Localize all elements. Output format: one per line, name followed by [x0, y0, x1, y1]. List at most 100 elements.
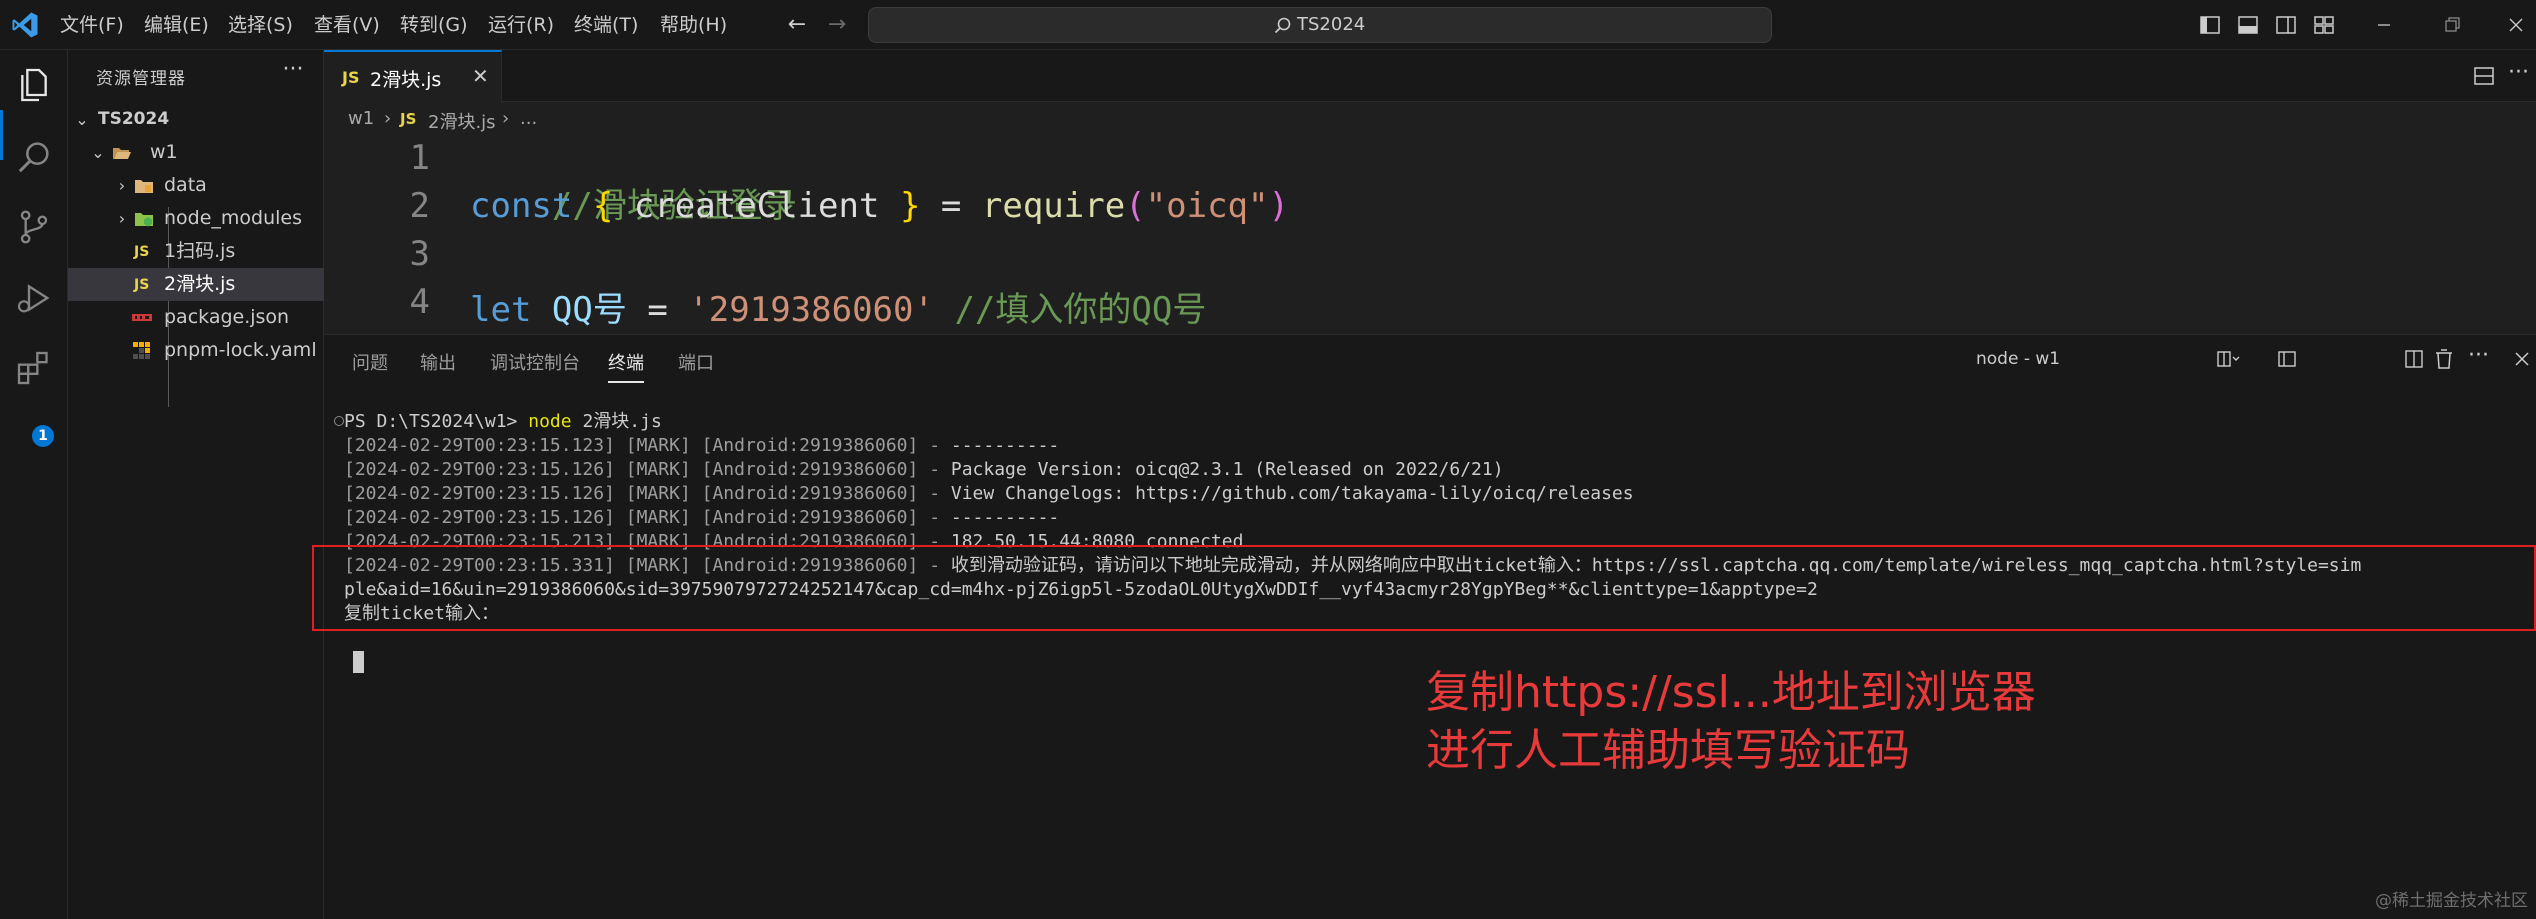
tab-label: 2滑块.js — [370, 69, 442, 91]
breadcrumb-separator: › — [502, 108, 510, 129]
back-arrow-icon[interactable]: ← — [782, 10, 812, 40]
tab-terminal[interactable]: 终端 — [608, 349, 644, 383]
code-string: "oicq" — [1145, 186, 1269, 226]
tree-item-package-json[interactable]: package.json — [68, 301, 324, 334]
line-number: 1 — [409, 138, 430, 178]
toggle-primary-sidebar-icon[interactable] — [2198, 13, 2222, 37]
tree-item-label: 1扫码.js — [164, 240, 236, 262]
forward-arrow-icon[interactable]: → — [822, 10, 852, 40]
restore-icon[interactable] — [2440, 13, 2464, 37]
breadcrumb-separator: › — [384, 108, 392, 129]
tree-item-1scan-js[interactable]: JS 1扫码.js — [68, 235, 324, 268]
annotation-line-2: 进行人工辅助填写验证码 — [1426, 725, 1910, 776]
tab-2slider-js[interactable]: JS 2滑块.js ✕ — [324, 50, 502, 102]
breadcrumb-file[interactable]: 2滑块.js — [428, 108, 496, 134]
menu-go[interactable]: 转到(G) — [388, 0, 480, 50]
menu-file[interactable]: 文件(F) — [48, 0, 136, 50]
log-text: ---------- — [940, 507, 1060, 528]
line-number: 4 — [409, 282, 430, 322]
split-terminal-icon[interactable] — [2402, 347, 2426, 371]
highlight-box — [312, 545, 2536, 631]
menu-help[interactable]: 帮助(H) — [648, 0, 739, 50]
log-prefix: [2024-02-29T00:23:15.126] [MARK] [Androi… — [344, 507, 941, 528]
code-operator: = — [940, 186, 962, 226]
extensions-icon[interactable] — [14, 348, 54, 388]
chevron-right-icon: › — [118, 176, 126, 195]
split-editor-icon[interactable] — [2472, 64, 2496, 88]
terminal-command: node — [528, 411, 572, 432]
editor-more-actions-icon[interactable]: ··· — [2508, 60, 2529, 85]
close-window-icon[interactable] — [2504, 13, 2528, 37]
code-line-4: let QQ号 = '2919386060' //填入你的QQ号 — [470, 282, 1206, 331]
close-panel-icon[interactable] — [2510, 347, 2534, 371]
menu-run[interactable]: 运行(R) — [476, 0, 566, 50]
js-file-icon: JS — [400, 110, 417, 128]
tree-item-label: pnpm-lock.yaml — [164, 339, 317, 361]
npm-file-icon — [132, 314, 152, 321]
code-identifier: createClient — [633, 186, 880, 226]
line-number: 3 — [409, 234, 430, 274]
toggle-panel-icon[interactable] — [2236, 13, 2260, 37]
menu-terminal[interactable]: 终端(T) — [562, 0, 650, 50]
menu-edit[interactable]: 编辑(E) — [132, 0, 221, 50]
terminal-cursor — [353, 651, 364, 673]
log-prefix: [2024-02-29T00:23:15.126] [MARK] [Androi… — [344, 483, 941, 504]
terminal-command-arg: 2滑块.js — [582, 411, 662, 432]
command-center[interactable]: TS2024 — [868, 7, 1772, 43]
run-debug-icon[interactable] — [14, 278, 54, 318]
trash-icon[interactable] — [2432, 347, 2456, 371]
folder-node-icon — [135, 213, 153, 227]
code-editor[interactable]: 1 2 3 4 //滑块验证登录 const { createClient } … — [324, 138, 2536, 334]
code-paren: ) — [1268, 186, 1289, 226]
customize-layout-icon[interactable] — [2312, 13, 2336, 37]
menu-view[interactable]: 查看(V) — [302, 0, 392, 50]
js-file-icon: JS — [134, 244, 150, 260]
active-indicator — [0, 110, 3, 160]
menu-selection[interactable]: 选择(S) — [216, 0, 305, 50]
extensions-badge: 1 — [32, 425, 54, 447]
tab-output[interactable]: 输出 — [420, 349, 456, 375]
tree-item-node-modules[interactable]: › node_modules — [68, 202, 324, 235]
code-keyword: let — [470, 290, 532, 330]
pnpm-file-icon — [133, 342, 150, 359]
close-icon[interactable]: ✕ — [472, 64, 489, 88]
tree-item-label: node_modules — [164, 207, 303, 229]
log-text: Package Version: oicq@2.3.1 (Released on… — [940, 459, 1504, 480]
tree-item-label: data — [164, 174, 207, 196]
code-brace: } — [899, 186, 921, 226]
tab-problems[interactable]: 问题 — [352, 349, 388, 375]
search-icon — [1274, 17, 1291, 34]
tree-item-w1[interactable]: ⌄ w1 — [68, 136, 324, 169]
chevron-right-icon: › — [118, 209, 126, 228]
annotation-text: 复制https://ssl...地址到浏览器 进行人工辅助填写验证码 — [1426, 664, 2036, 780]
annotation-line-1: 复制https://ssl...地址到浏览器 — [1426, 667, 2036, 718]
terminal-instance-name[interactable]: node - w1 — [1976, 349, 2060, 369]
sidebar-title: 资源管理器 — [96, 69, 186, 89]
code-line-2: const { createClient } = require("oicq") — [470, 186, 1289, 226]
breadcrumb-folder[interactable]: w1 — [348, 108, 374, 129]
folder-data-icon — [135, 180, 153, 193]
workspace-root[interactable]: ⌄ TS2024 — [68, 103, 324, 136]
activity-bar: 1 — [0, 50, 68, 919]
tab-debug-console[interactable]: 调试控制台 — [490, 349, 580, 375]
tree-item-pnpm-lock[interactable]: pnpm-lock.yaml — [68, 334, 324, 367]
watermark: @稀土掘金技术社区 — [2375, 891, 2528, 911]
breadcrumb: w1 › JS 2滑块.js › ... — [324, 102, 2536, 138]
command-center-label: TS2024 — [1297, 14, 1366, 35]
panel-more-actions-icon[interactable]: ··· — [2468, 343, 2489, 368]
more-actions-icon[interactable]: ··· — [278, 58, 308, 82]
code-variable: QQ号 — [551, 290, 627, 330]
tree-item-data[interactable]: › data — [68, 169, 324, 202]
explorer-icon[interactable] — [14, 65, 54, 105]
search-icon[interactable] — [14, 137, 54, 177]
toggle-secondary-sidebar-icon[interactable] — [2274, 13, 2298, 37]
source-control-icon[interactable] — [14, 207, 54, 247]
js-file-icon: JS — [134, 277, 150, 293]
code-operator: = — [647, 290, 668, 330]
breadcrumb-more[interactable]: ... — [520, 108, 537, 129]
minimize-icon[interactable] — [2372, 13, 2396, 37]
tab-ports[interactable]: 端口 — [678, 349, 714, 375]
command-decoration-icon — [334, 416, 344, 426]
new-terminal-dropdown-icon[interactable] — [2216, 347, 2240, 371]
tree-item-2slider-js[interactable]: JS 2滑块.js — [68, 268, 324, 301]
